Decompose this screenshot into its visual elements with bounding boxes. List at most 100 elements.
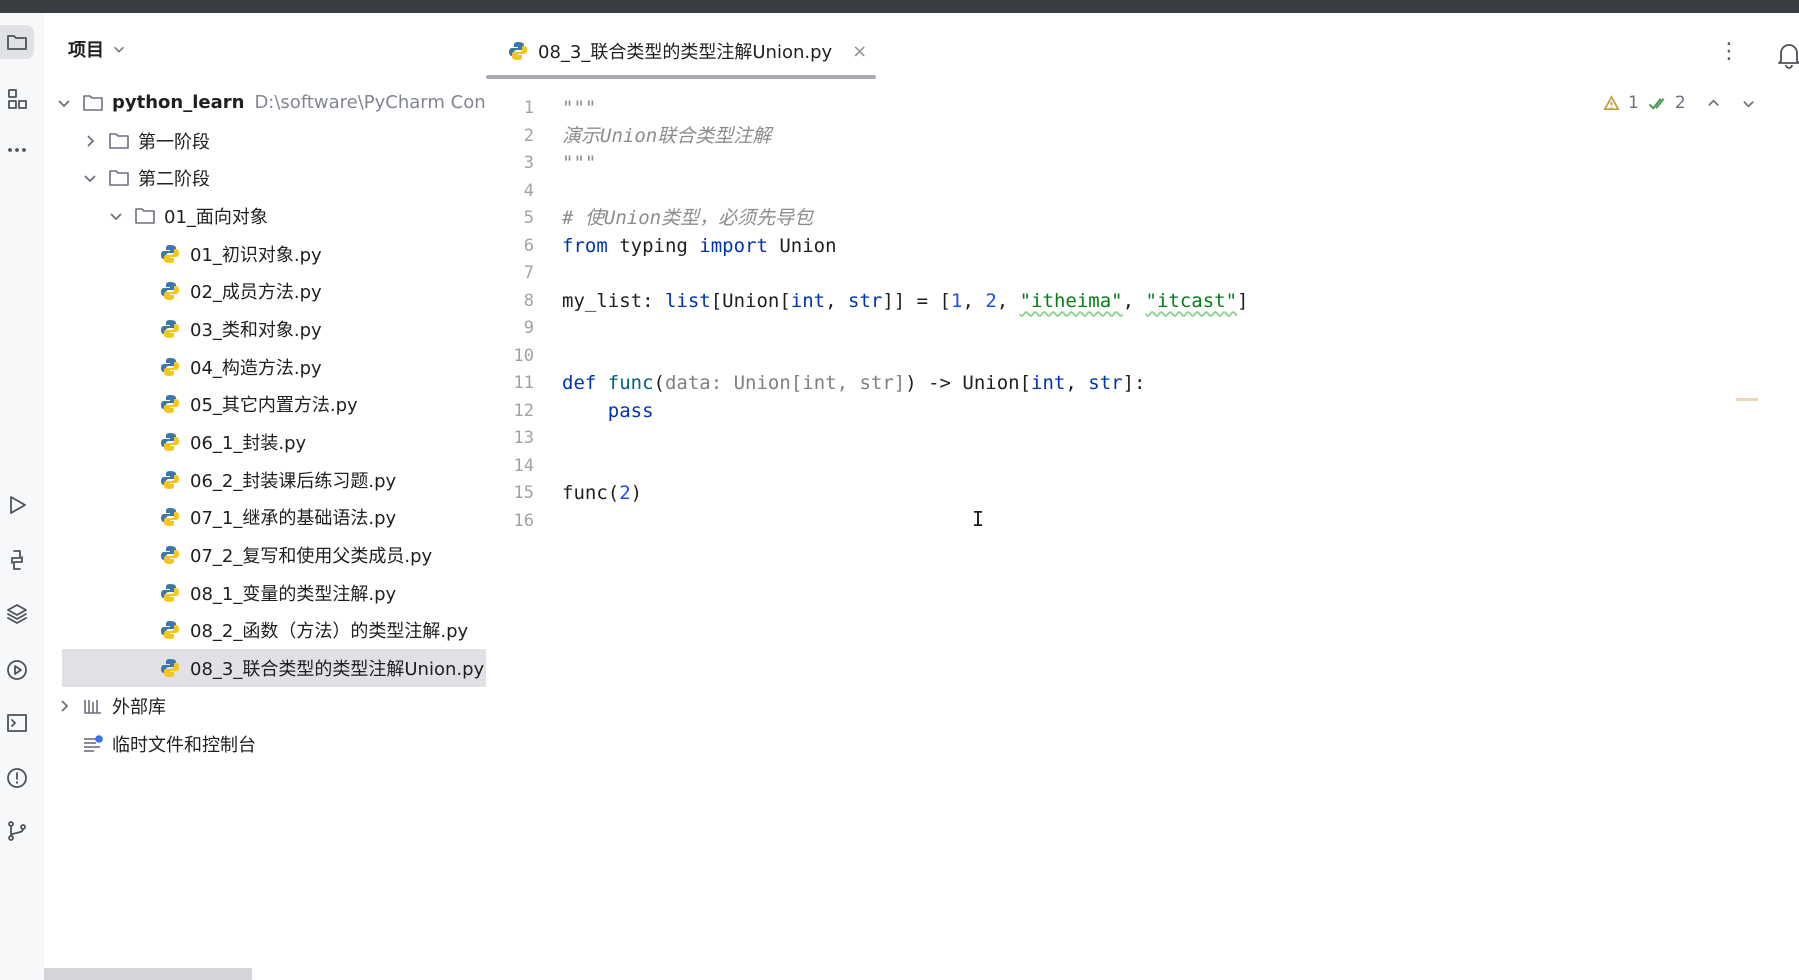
horizontal-scrollbar[interactable]	[44, 968, 252, 980]
git-branch-icon	[8, 821, 26, 841]
chevron-right-icon[interactable]	[82, 133, 98, 149]
file-name: 08_1_变量的类型注解.py	[190, 583, 397, 605]
tree-scratches[interactable]: 临时文件和控制台	[44, 725, 486, 763]
line-number: 16	[513, 510, 534, 531]
inspection-widget[interactable]: 1 2	[1603, 91, 1756, 115]
line-number: 8	[523, 290, 534, 311]
code-line: pass	[562, 399, 654, 422]
file-name: 07_1_继承的基础语法.py	[190, 508, 397, 530]
folder-name: 01_面向对象	[164, 206, 268, 228]
line-number: 14	[513, 455, 534, 476]
notifications-button[interactable]	[1776, 41, 1799, 69]
tree-folder-stage2[interactable]: 第二阶段	[44, 159, 486, 197]
terminal-button[interactable]	[0, 706, 34, 740]
tree-file[interactable]: 05_其它内置方法.py	[44, 386, 486, 424]
chevron-down-icon	[114, 46, 124, 53]
scratch-file-icon	[82, 734, 104, 754]
folder-name: 第二阶段	[138, 169, 210, 191]
project-tool-button[interactable]	[0, 25, 34, 59]
text-cursor: I	[972, 507, 985, 531]
root-path: D:\software\PyCharm Con	[254, 92, 486, 114]
root-name: python_learn	[112, 92, 245, 114]
git-button[interactable]	[0, 814, 34, 848]
python-console-button[interactable]	[0, 543, 34, 577]
file-name: 06_1_封装.py	[190, 433, 307, 455]
chevron-down-icon[interactable]	[108, 208, 124, 224]
tree-file[interactable]: 08_2_函数（方法）的类型注解.py	[44, 612, 486, 650]
code-line: 演示Union联合类型注解	[562, 124, 772, 147]
close-tab-icon[interactable]: ×	[852, 41, 867, 62]
tree-external-libraries[interactable]: 外部库	[44, 687, 486, 725]
python-file-icon	[161, 659, 179, 678]
folder-icon	[82, 93, 104, 113]
python-file-icon	[161, 546, 179, 565]
bell-icon	[1778, 44, 1799, 69]
code-line: """	[562, 152, 597, 174]
tree-file[interactable]: 07_1_继承的基础语法.py	[44, 499, 486, 537]
more-options-button[interactable]: ⋮	[1718, 41, 1740, 63]
python-packages-button[interactable]	[0, 597, 34, 631]
tree-file[interactable]: 01_初识对象.py	[44, 235, 486, 273]
run-tool-button[interactable]	[0, 488, 34, 522]
error-stripe-marker[interactable]	[1736, 398, 1758, 401]
tree-file[interactable]: 08_3_联合类型的类型注解Union.py	[62, 649, 486, 687]
chevron-down-icon[interactable]	[82, 170, 98, 186]
tree-file[interactable]: 02_成员方法.py	[44, 272, 486, 310]
more-tools-button[interactable]	[0, 133, 34, 167]
python-file-icon	[161, 470, 179, 489]
line-number: 2	[523, 125, 534, 146]
library-icon	[82, 696, 104, 716]
structure-tool-button[interactable]	[0, 82, 34, 116]
python-file-icon	[161, 433, 179, 452]
tree-file[interactable]: 06_2_封装课后练习题.py	[44, 461, 486, 499]
chevron-down-icon[interactable]	[1741, 96, 1756, 111]
tree-file[interactable]: 03_类和对象.py	[44, 310, 486, 348]
project-panel-title: 项目	[68, 40, 104, 61]
tree-folder-oop[interactable]: 01_面向对象	[44, 197, 486, 235]
warning-circle-icon	[7, 768, 27, 788]
file-name: 01_初识对象.py	[190, 244, 322, 266]
editor-tab-active[interactable]: 08_3_联合类型的类型注解Union.py ×	[508, 37, 867, 65]
python-file-icon	[161, 508, 179, 527]
chevron-down-icon[interactable]	[56, 95, 72, 111]
services-icon	[7, 660, 27, 680]
structure-icon	[8, 89, 27, 109]
file-name: 02_成员方法.py	[190, 282, 322, 304]
services-button[interactable]	[0, 653, 34, 687]
line-number: 12	[513, 400, 534, 421]
project-tree: python_learn D:\software\PyCharm Con 第一阶…	[44, 84, 486, 762]
project-panel-header[interactable]: 项目	[68, 37, 126, 61]
line-number-gutter: 1 2 3 4 5 6 7 8 9 10 11 12 13 14 15 16	[486, 95, 534, 535]
line-number: 5	[523, 208, 534, 228]
folder-name: 第一阶段	[138, 131, 210, 153]
line-number: 3	[523, 153, 534, 173]
checks-count: 2	[1674, 93, 1686, 113]
tree-root[interactable]: python_learn D:\software\PyCharm Con	[44, 84, 486, 122]
tree-file[interactable]: 07_2_复写和使用父类成员.py	[44, 536, 486, 574]
tree-file[interactable]: 06_1_封装.py	[44, 423, 486, 461]
line-number: 13	[513, 428, 534, 448]
warning-triangle-icon	[1603, 94, 1620, 110]
problems-button[interactable]	[0, 761, 34, 795]
tree-folder-stage1[interactable]: 第一阶段	[44, 122, 486, 160]
file-name: 08_3_联合类型的类型注解Union.py	[190, 659, 485, 681]
line-number: 9	[523, 318, 534, 338]
tool-window-stripe	[0, 13, 44, 980]
tree-file[interactable]: 08_1_变量的类型注解.py	[44, 574, 486, 612]
tree-file[interactable]: 04_构造方法.py	[44, 348, 486, 386]
tab-label: 08_3_联合类型的类型注解Union.py	[538, 42, 833, 63]
file-name: 04_构造方法.py	[190, 357, 322, 379]
project-panel: 项目 python_learn D:\software\PyCharm Con …	[44, 13, 486, 980]
code-line: # 使Union类型，必须先导包	[562, 207, 814, 229]
chevron-up-icon[interactable]	[1706, 96, 1721, 111]
python-console-icon	[11, 550, 23, 570]
line-number: 7	[523, 263, 534, 283]
code-content[interactable]: """ 演示Union联合类型注解 """ # 使Union类型，必须先导包 f…	[562, 95, 1248, 535]
folder-icon	[7, 35, 27, 50]
chevron-right-icon[interactable]	[56, 698, 72, 714]
